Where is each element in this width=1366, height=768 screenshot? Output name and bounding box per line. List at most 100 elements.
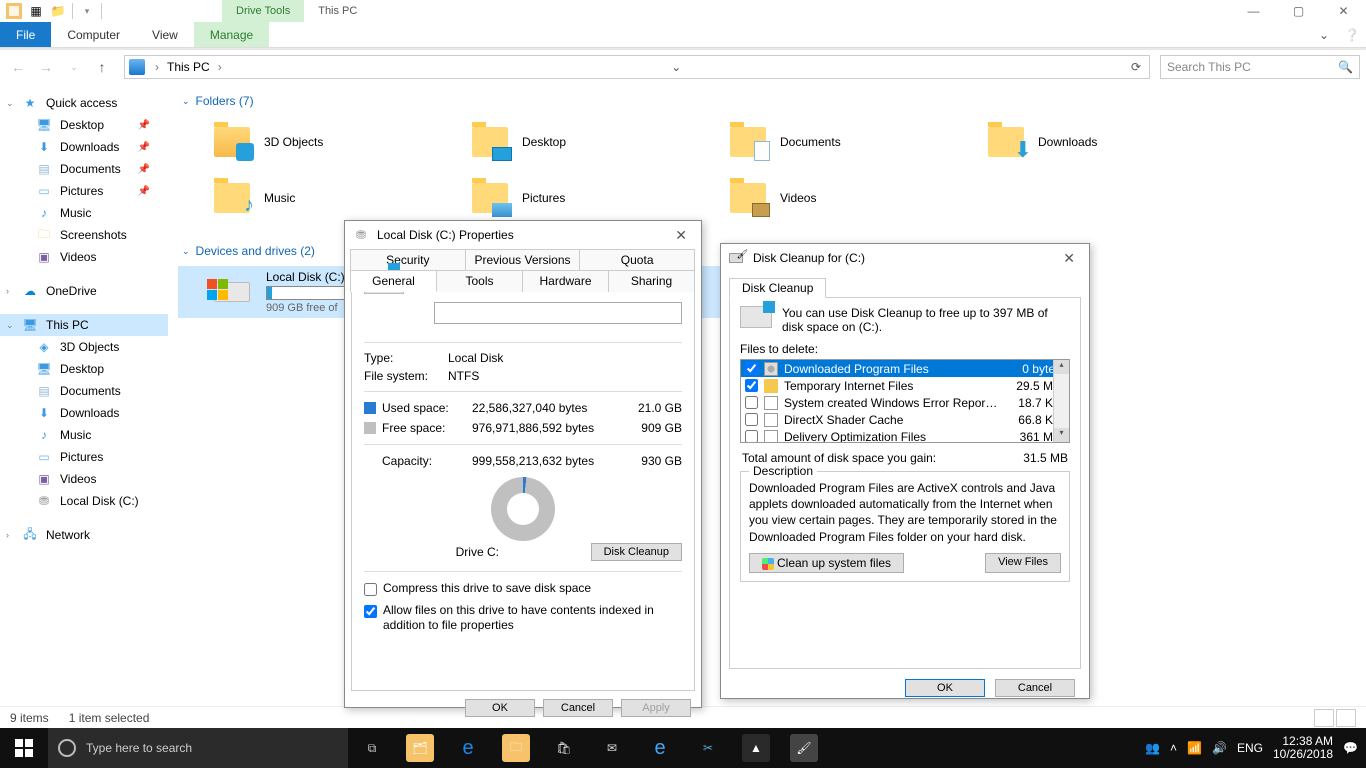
tab-tools[interactable]: Tools	[436, 270, 523, 292]
tab-quota[interactable]: Quota	[579, 249, 695, 270]
nav-recent-dropdown[interactable]: ⌄	[62, 55, 86, 79]
tray-clock[interactable]: 12:38 AM 10/26/2018	[1273, 735, 1333, 761]
cleanup-item[interactable]: Delivery Optimization Files 361 MB	[741, 428, 1069, 443]
chevron-right-icon[interactable]: ›	[6, 530, 9, 540]
disk-cleanup-button[interactable]: Disk Cleanup	[591, 543, 682, 561]
scrollbar[interactable]: ▴▾	[1053, 360, 1069, 442]
tray-volume-icon[interactable]: 🔊	[1212, 741, 1227, 755]
minimize-button[interactable]: —	[1231, 0, 1276, 22]
sidebar-item-desktop[interactable]: 🖥Desktop📌	[0, 114, 168, 136]
nav-back-button[interactable]: ←	[6, 55, 30, 79]
close-button[interactable]: ✕	[1321, 0, 1366, 22]
breadcrumb[interactable]: This PC	[163, 60, 214, 74]
qat-dropdown-icon[interactable]: ▾	[79, 3, 95, 19]
ribbon-tab-view[interactable]: View	[136, 22, 194, 47]
qat-newfolder-icon[interactable]: 📁	[50, 3, 66, 19]
nav-forward-button[interactable]: →	[34, 55, 58, 79]
sidebar-item-music[interactable]: ♪Music	[0, 202, 168, 224]
tab-previous-versions[interactable]: Previous Versions	[465, 249, 581, 270]
contextual-tab-drive-tools[interactable]: Drive Tools	[222, 0, 304, 22]
tray-notifications-icon[interactable]: 💬	[1343, 741, 1358, 755]
cleanup-item-checkbox[interactable]	[745, 413, 758, 426]
index-checkbox[interactable]: Allow files on this drive to have conten…	[364, 600, 682, 637]
dialog-titlebar[interactable]: ⛃ Local Disk (C:) Properties ✕	[345, 221, 701, 249]
cleanup-file-list[interactable]: Downloaded Program Files 0 bytes Tempora…	[740, 359, 1070, 443]
folder-pictures[interactable]: Pictures	[436, 172, 686, 224]
cancel-button[interactable]: Cancel	[995, 679, 1075, 697]
close-icon[interactable]: ✕	[1057, 250, 1081, 267]
folder-music[interactable]: ♪Music	[178, 172, 428, 224]
sidebar-item-local-disk[interactable]: ⛃Local Disk (C:)	[0, 490, 168, 512]
taskbar-app-mail[interactable]: ✉	[588, 728, 636, 768]
compress-checkbox[interactable]: Compress this drive to save disk space	[364, 578, 682, 600]
tab-sharing[interactable]: Sharing	[608, 270, 695, 292]
close-icon[interactable]: ✕	[669, 227, 693, 244]
sidebar-item-screenshots[interactable]: 🗀Screenshots	[0, 224, 168, 246]
folder-downloads[interactable]: ⬇Downloads	[952, 116, 1202, 168]
sidebar-item-documents[interactable]: ▤Documents📌	[0, 158, 168, 180]
sidebar-item-pc-pictures[interactable]: ▭Pictures	[0, 446, 168, 468]
nav-up-button[interactable]: ↑	[90, 55, 114, 79]
scroll-up-icon[interactable]: ▴	[1054, 360, 1069, 374]
taskbar-search[interactable]: Type here to search	[48, 728, 348, 768]
tab-general[interactable]: General	[350, 270, 437, 292]
drive-label-input[interactable]	[434, 302, 682, 324]
sidebar-item-downloads[interactable]: ⬇Downloads📌	[0, 136, 168, 158]
address-dropdown-icon[interactable]: ⌄	[667, 60, 685, 74]
taskbar-app-photos[interactable]: ▲	[732, 728, 780, 768]
cleanup-item[interactable]: System created Windows Error Reporti... …	[741, 394, 1069, 411]
cleanup-item-checkbox[interactable]	[745, 430, 758, 443]
view-details-button[interactable]	[1314, 709, 1334, 727]
qat-properties-icon[interactable]: ▦	[28, 3, 44, 19]
tray-people-icon[interactable]: 👥	[1145, 741, 1160, 755]
help-button[interactable]: ❔	[1338, 22, 1366, 47]
sidebar-network[interactable]: ›🖧Network	[0, 524, 168, 546]
cancel-button[interactable]: Cancel	[543, 699, 613, 717]
folder-documents[interactable]: Documents	[694, 116, 944, 168]
folder-desktop[interactable]: Desktop	[436, 116, 686, 168]
sidebar-item-pc-videos[interactable]: ▣Videos	[0, 468, 168, 490]
view-large-button[interactable]	[1336, 709, 1356, 727]
sidebar-quick-access[interactable]: ⌄ ★ Quick access	[0, 92, 168, 114]
tray-overflow-icon[interactable]: ˄	[1170, 741, 1177, 755]
ribbon-tab-file[interactable]: File	[0, 22, 51, 47]
address-bar[interactable]: › This PC › ⌄ ⟳	[124, 55, 1150, 79]
tab-security[interactable]: Security	[350, 249, 466, 270]
sidebar-item-3dobjects[interactable]: ◈3D Objects	[0, 336, 168, 358]
taskbar-app-snip[interactable]: ✂	[684, 728, 732, 768]
sidebar-item-videos[interactable]: ▣Videos	[0, 246, 168, 268]
ribbon-expand-button[interactable]: ⌄	[1310, 22, 1338, 47]
chevron-down-icon[interactable]: ⌄	[182, 246, 190, 257]
chevron-down-icon[interactable]: ⌄	[6, 320, 14, 331]
folder-3dobjects[interactable]: 3D Objects	[178, 116, 428, 168]
group-header-folders[interactable]: ⌄Folders (7)	[182, 94, 1356, 108]
taskbar-app-cleanup[interactable]: 🖌	[780, 728, 828, 768]
taskbar-app-explorer-2[interactable]: 🗀	[492, 728, 540, 768]
breadcrumb-root-caret[interactable]: ›	[151, 60, 163, 74]
taskbar[interactable]: Type here to search ⧉ 🗂 e 🗀 🛍 ✉ e ✂ ▲ 🖌 …	[0, 728, 1366, 768]
scroll-down-icon[interactable]: ▾	[1054, 428, 1069, 442]
task-view-button[interactable]: ⧉	[348, 728, 396, 768]
ribbon-tab-manage[interactable]: Manage	[194, 22, 269, 47]
search-icon[interactable]: 🔍	[1338, 60, 1353, 74]
cleanup-item[interactable]: Downloaded Program Files 0 bytes	[741, 360, 1069, 377]
taskbar-app-edge[interactable]: e	[444, 728, 492, 768]
sidebar-item-pictures[interactable]: ▭Pictures📌	[0, 180, 168, 202]
breadcrumb-caret[interactable]: ›	[214, 60, 226, 74]
cleanup-item-checkbox[interactable]	[745, 396, 758, 409]
taskbar-app-store[interactable]: 🛍	[540, 728, 588, 768]
cleanup-item-checkbox[interactable]	[745, 379, 758, 392]
dialog-titlebar[interactable]: 🖌 Disk Cleanup for (C:) ✕	[721, 244, 1089, 272]
tray-network-icon[interactable]: 📶	[1187, 741, 1202, 755]
chevron-right-icon[interactable]: ›	[6, 286, 9, 296]
sidebar-onedrive[interactable]: ›☁OneDrive	[0, 280, 168, 302]
cleanup-item[interactable]: Temporary Internet Files 29.5 MB	[741, 377, 1069, 394]
taskbar-app-explorer[interactable]: 🗂	[396, 728, 444, 768]
view-files-button[interactable]: View Files	[985, 553, 1061, 573]
start-button[interactable]	[0, 728, 48, 768]
chevron-down-icon[interactable]: ⌄	[6, 98, 14, 109]
sidebar-item-pc-desktop[interactable]: 🖥Desktop	[0, 358, 168, 380]
sidebar-item-pc-music[interactable]: ♪Music	[0, 424, 168, 446]
ribbon-tab-computer[interactable]: Computer	[51, 22, 136, 47]
tab-hardware[interactable]: Hardware	[522, 270, 609, 292]
